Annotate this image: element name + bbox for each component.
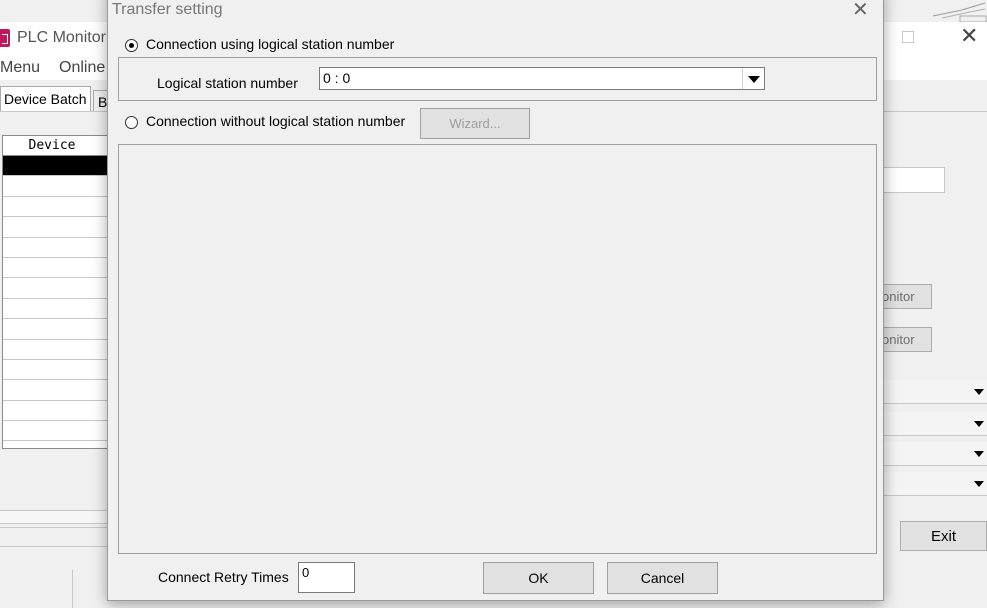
chevron-down-icon <box>974 451 984 457</box>
background-input-field[interactable] <box>883 167 945 193</box>
dialog-close-icon[interactable]: ✕ <box>852 0 869 19</box>
background-select-2[interactable] <box>883 412 987 436</box>
tab-device-batch[interactable]: Device Batch <box>0 86 92 112</box>
logical-station-select[interactable]: 0 : 0 <box>319 67 765 90</box>
table-row[interactable] <box>3 156 111 177</box>
background-status-area <box>0 510 110 524</box>
monitor-button-2[interactable]: onitor <box>876 327 932 352</box>
table-row[interactable] <box>3 421 111 442</box>
maximize-icon[interactable] <box>902 31 914 43</box>
background-close-icon[interactable]: ✕ <box>960 26 978 48</box>
option-without-label[interactable]: Connection without logical station numbe… <box>146 113 405 129</box>
table-row[interactable] <box>3 197 111 218</box>
background-select-3[interactable] <box>883 442 987 466</box>
radio-without-logical-station[interactable] <box>125 116 138 129</box>
logical-station-value: 0 : 0 <box>323 70 351 86</box>
table-row[interactable] <box>3 278 111 299</box>
settings-panel <box>118 144 877 554</box>
table-row[interactable] <box>3 299 111 320</box>
ok-button[interactable]: OK <box>483 562 594 594</box>
background-window-title: PLC Monitor <box>17 29 106 46</box>
table-row[interactable] <box>3 258 111 279</box>
background-divider <box>72 570 73 608</box>
grid-header-device: Device <box>3 136 111 156</box>
dialog-title: Transfer setting <box>112 1 223 18</box>
table-row[interactable] <box>3 340 111 360</box>
exit-button[interactable]: Exit <box>900 521 987 551</box>
menu-item-online[interactable]: Online <box>59 59 105 77</box>
table-row[interactable] <box>3 319 111 340</box>
table-row[interactable] <box>3 217 111 238</box>
chevron-down-icon <box>974 389 984 395</box>
retry-times-input[interactable]: 0 <box>298 562 355 593</box>
option-logical-label[interactable]: Connection using logical station number <box>146 36 394 52</box>
chevron-down-icon[interactable] <box>742 68 764 89</box>
table-row[interactable] <box>3 360 111 381</box>
chevron-down-icon <box>974 421 984 427</box>
logical-station-label: Logical station number <box>157 75 298 91</box>
table-row[interactable] <box>3 380 111 401</box>
wizard-button[interactable]: Wizard... <box>420 108 530 139</box>
background-select-1[interactable] <box>883 380 987 404</box>
cancel-button[interactable]: Cancel <box>607 562 718 594</box>
logical-station-group: Logical station number 0 : 0 <box>118 57 877 101</box>
radio-logical-station[interactable] <box>125 39 138 52</box>
table-row[interactable] <box>3 176 111 197</box>
menu-item-menu[interactable]: Menu <box>0 59 40 77</box>
retry-label: Connect Retry Times <box>158 569 289 585</box>
table-row[interactable] <box>3 401 111 422</box>
background-status-area-2 <box>0 527 110 547</box>
background-decoration <box>932 2 987 22</box>
table-row[interactable] <box>3 238 111 258</box>
background-select-4[interactable] <box>883 472 987 496</box>
device-grid[interactable]: Device <box>2 135 112 449</box>
transfer-setting-dialog: Transfer setting ✕ Connection using logi… <box>107 0 884 601</box>
monitor-button-1[interactable]: onitor <box>876 284 932 309</box>
chevron-down-icon <box>974 481 984 487</box>
plc-monitor-app-icon <box>0 29 10 47</box>
